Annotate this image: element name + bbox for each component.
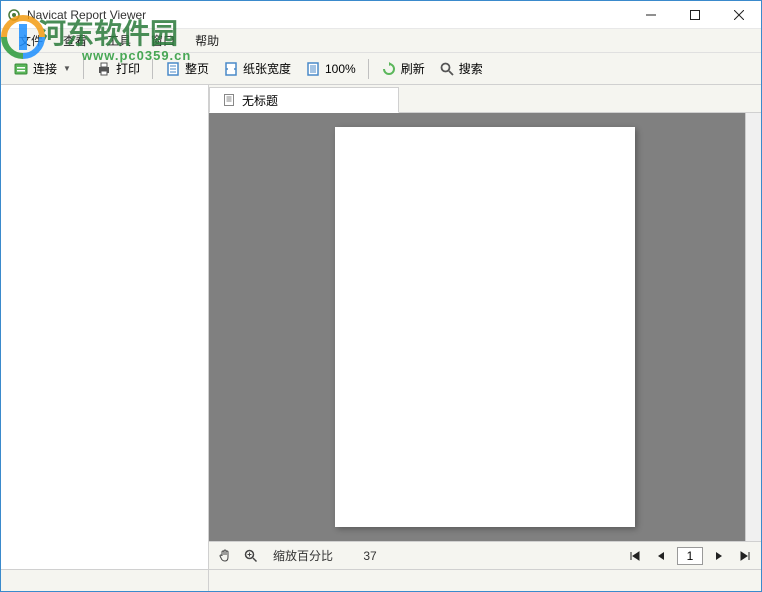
first-icon — [629, 550, 641, 562]
connection-sidebar[interactable] — [1, 85, 209, 569]
zoom-tool-button[interactable] — [241, 546, 261, 566]
menu-file[interactable]: 文件 — [9, 29, 53, 52]
app-window: Navicat Report Viewer 文件 查看 工具 窗口 帮助 连接 … — [0, 0, 762, 592]
content-area: 无标题 缩放百分比 37 — [209, 85, 761, 569]
report-page — [335, 127, 635, 527]
refresh-button[interactable]: 刷新 — [375, 57, 431, 80]
paper-width-label: 纸张宽度 — [243, 60, 291, 77]
print-button[interactable]: 打印 — [90, 57, 146, 80]
document-icon — [222, 93, 236, 107]
page-number-input[interactable] — [677, 547, 703, 565]
menu-tools[interactable]: 工具 — [97, 29, 141, 52]
vertical-scrollbar[interactable] — [745, 113, 761, 541]
next-page-button[interactable] — [709, 546, 729, 566]
refresh-icon — [381, 61, 397, 77]
zoom-100-label: 100% — [325, 62, 356, 76]
last-icon — [739, 550, 751, 562]
main-area: 无标题 缩放百分比 37 — [1, 85, 761, 569]
maximize-button[interactable] — [673, 1, 717, 29]
minimize-button[interactable] — [629, 1, 673, 29]
hand-icon — [217, 548, 233, 564]
zoom-100-icon — [305, 61, 321, 77]
connect-button[interactable]: 连接 ▼ — [7, 57, 77, 80]
paper-width-icon — [223, 61, 239, 77]
prev-icon — [655, 550, 667, 562]
zoom-percent-label: 缩放百分比 — [267, 547, 339, 564]
zoom-percent-value: 37 — [345, 549, 395, 563]
menu-window[interactable]: 窗口 — [141, 29, 185, 52]
titlebar: Navicat Report Viewer — [1, 1, 761, 29]
menu-help[interactable]: 帮助 — [185, 29, 229, 52]
pan-tool-button[interactable] — [215, 546, 235, 566]
menu-view[interactable]: 查看 — [53, 29, 97, 52]
search-label: 搜索 — [459, 60, 483, 77]
app-icon — [7, 8, 21, 22]
toolbar: 连接 ▼ 打印 整页 纸张宽度 100% — [1, 53, 761, 85]
toolbar-separator — [83, 59, 84, 79]
statusbar — [1, 569, 761, 591]
connect-icon — [13, 61, 29, 77]
window-controls — [629, 1, 761, 29]
toolbar-separator — [368, 59, 369, 79]
search-icon — [439, 61, 455, 77]
first-page-button[interactable] — [625, 546, 645, 566]
next-icon — [713, 550, 725, 562]
refresh-label: 刷新 — [401, 60, 425, 77]
zoom-100-button[interactable]: 100% — [299, 58, 362, 80]
prev-page-button[interactable] — [651, 546, 671, 566]
last-page-button[interactable] — [735, 546, 755, 566]
status-divider — [1, 570, 209, 591]
tab-bar: 无标题 — [209, 85, 761, 113]
report-viewer[interactable] — [209, 113, 761, 541]
paper-width-button[interactable]: 纸张宽度 — [217, 57, 297, 80]
close-button[interactable] — [717, 1, 761, 29]
whole-page-icon — [165, 61, 181, 77]
dropdown-icon: ▼ — [63, 64, 71, 73]
viewer-status-bar: 缩放百分比 37 — [209, 541, 761, 569]
tab-title: 无标题 — [242, 92, 278, 109]
print-label: 打印 — [116, 60, 140, 77]
connect-label: 连接 — [33, 60, 57, 77]
search-button[interactable]: 搜索 — [433, 57, 489, 80]
tab-untitled[interactable]: 无标题 — [209, 87, 399, 113]
print-icon — [96, 61, 112, 77]
toolbar-separator — [152, 59, 153, 79]
magnifier-icon — [243, 548, 259, 564]
menubar: 文件 查看 工具 窗口 帮助 — [1, 29, 761, 53]
whole-page-button[interactable]: 整页 — [159, 57, 215, 80]
window-title: Navicat Report Viewer — [27, 8, 629, 22]
whole-page-label: 整页 — [185, 60, 209, 77]
